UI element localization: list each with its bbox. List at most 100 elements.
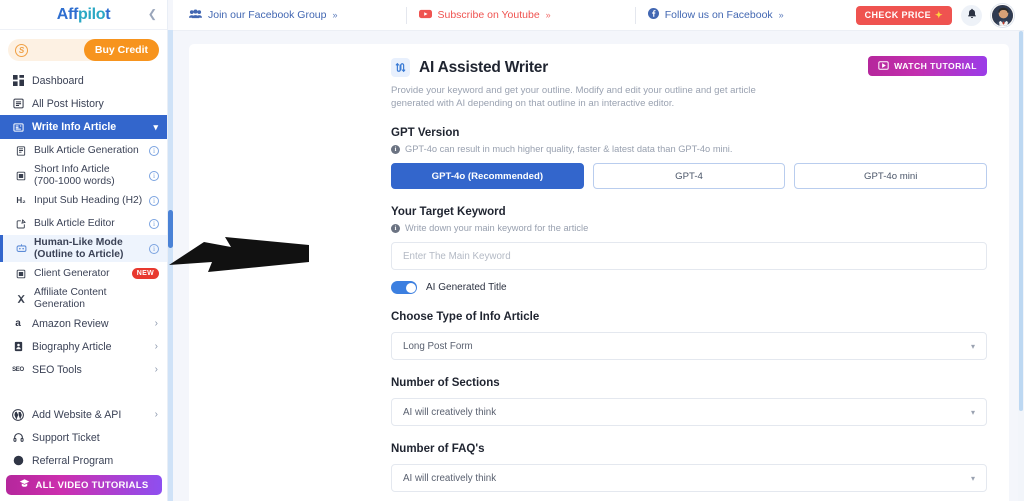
page-scrollbar-thumb[interactable] [1019, 31, 1023, 411]
target-keyword-hint: i Write down your main keyword for the a… [391, 223, 987, 233]
sidebar-subitem-human-like-mode-line1: Human-Like Mode [34, 237, 123, 248]
notification-bell-button[interactable] [961, 4, 982, 26]
info-icon[interactable]: i [149, 243, 159, 254]
number-of-faqs-select[interactable]: AI will creatively think ▾ [391, 464, 987, 492]
chevron-double-right-icon: » [332, 10, 338, 20]
headset-icon [11, 431, 25, 445]
sidebar-item-seo-tools-label: SEO Tools [32, 363, 82, 376]
sidebar-subitem-input-sub-heading-label: Input Sub Heading (H2) [34, 194, 143, 206]
logo-part-3: o [95, 5, 106, 23]
sidebar-item-biography-article-label: Biography Article [32, 340, 112, 353]
writer-icon [391, 58, 410, 77]
sidebar-item-all-post-history[interactable]: All Post History [0, 92, 167, 115]
sidebar-subitem-client-generator[interactable]: Client Generator NEW [0, 262, 167, 285]
gpt-option-gpt4o-mini[interactable]: GPT-4o mini [794, 163, 988, 189]
page-scrollbar[interactable] [1018, 31, 1024, 501]
logo-part-2: pil [78, 5, 96, 23]
bell-icon [967, 8, 977, 22]
sidebar-scrollbar[interactable] [168, 30, 173, 501]
sidebar-scrollbar-thumb[interactable] [168, 210, 173, 248]
page-header: AI Assisted Writer WATCH TUTORIAL [391, 56, 987, 77]
sidebar-item-dashboard-label: Dashboard [32, 74, 84, 87]
chevron-right-icon[interactable]: › [155, 318, 158, 329]
gpt-version-hint-text: GPT-4o can result in much higher quality… [405, 144, 733, 154]
h2-icon: H₂ [16, 196, 26, 205]
target-keyword-label: Your Target Keyword [391, 206, 506, 218]
sidebar-subitem-affiliate-content-generation[interactable]: Affiliate Content Generation [0, 285, 167, 312]
youtube-icon [418, 9, 432, 22]
ai-generated-title-row: AI Generated Title [391, 281, 987, 294]
number-of-sections-select[interactable]: AI will creatively think ▾ [391, 398, 987, 426]
gpt-option-gpt4o[interactable]: GPT-4o (Recommended) [391, 163, 584, 189]
sidebar-item-referral-program[interactable]: Referral Program [0, 449, 167, 472]
app-root: Affpilot ❮ S Buy Credit Dashboard All Po… [0, 0, 1024, 501]
sidebar-subitem-short-info-article[interactable]: Short Info Article (700-1000 words) i [0, 162, 167, 189]
buy-credit-button[interactable]: Buy Credit [83, 39, 159, 61]
all-video-tutorials-button[interactable]: ALL VIDEO TUTORIALS [6, 475, 162, 495]
sidebar-item-amazon-review[interactable]: a Amazon Review › [0, 312, 167, 335]
amazon-icon: a [15, 318, 21, 329]
sidebar-item-support-ticket[interactable]: Support Ticket [0, 426, 167, 449]
chevron-down-icon[interactable]: ▾ [153, 122, 158, 133]
sidebar-item-add-website-api[interactable]: Add Website & API › [0, 403, 167, 426]
sidebar-item-referral-program-label: Referral Program [32, 454, 114, 467]
robot-icon [14, 242, 28, 256]
play-video-icon [878, 60, 889, 72]
sidebar-item-seo-tools[interactable]: SEO SEO Tools › [0, 358, 167, 381]
target-keyword-input[interactable] [391, 242, 987, 270]
app-logo[interactable]: Affpilot [57, 6, 111, 24]
number-of-faqs-label: Number of FAQ's [391, 443, 485, 455]
gpt-option-gpt4[interactable]: GPT-4 [592, 163, 786, 189]
biography-icon [11, 340, 25, 354]
sidebar-item-write-info-article[interactable]: Write Info Article ▾ [0, 115, 167, 139]
topbar-link-facebook-page[interactable]: Follow us on Facebook » [647, 8, 784, 22]
ai-generated-title-label: AI Generated Title [426, 282, 507, 293]
people-icon [189, 9, 202, 22]
chevron-right-icon[interactable]: › [155, 341, 158, 352]
main-content: AI Assisted Writer WATCH TUTORIAL Provid… [173, 31, 1017, 501]
watch-tutorial-button[interactable]: WATCH TUTORIAL [868, 56, 987, 76]
topbar-link-youtube[interactable]: Subscribe on Youtube » [418, 9, 551, 22]
number-of-sections-value: AI will creatively think [403, 406, 497, 418]
seo-icon: SEO [12, 366, 24, 373]
ai-generated-title-toggle[interactable] [391, 281, 417, 294]
topbar-divider-1 [405, 6, 407, 24]
sidebar-subitem-human-like-mode[interactable]: Human-Like Mode (Outline to Article) i [0, 235, 167, 262]
history-icon [11, 97, 25, 111]
logo-part-1: Aff [56, 5, 79, 23]
sidebar-subitem-bulk-article-generation[interactable]: Bulk Article Generation i [0, 139, 167, 162]
sidebar-item-all-post-history-label: All Post History [32, 97, 104, 110]
chevron-right-icon[interactable]: › [155, 409, 158, 420]
check-price-button[interactable]: CHECK PRICE ✦ [855, 5, 952, 25]
sidebar-item-dashboard[interactable]: Dashboard [0, 69, 167, 92]
chevron-right-icon[interactable]: › [155, 364, 158, 375]
avatar[interactable] [991, 3, 1014, 27]
article-icon [11, 120, 25, 134]
chevron-double-right-icon: » [778, 10, 784, 20]
info-article-type-select[interactable]: Long Post Form ▾ [391, 332, 987, 360]
sidebar-subitem-short-info-article-label: Short Info Article (700-1000 words) [34, 164, 143, 187]
referral-icon [11, 454, 25, 468]
sidebar-subitem-human-like-mode-line2: (Outline to Article) [34, 248, 124, 260]
info-icon[interactable]: i [149, 218, 159, 229]
chevron-down-icon: ▾ [970, 341, 975, 351]
info-icon[interactable]: i [149, 145, 159, 156]
logo-part-4: t [105, 5, 111, 23]
info-article-type-value: Long Post Form [403, 340, 473, 352]
info-icon: i [391, 223, 400, 233]
sidebar-subitem-human-like-mode-label: Human-Like Mode (Outline to Article) [34, 237, 143, 260]
sidebar-collapse-icon[interactable]: ❮ [148, 9, 157, 20]
target-keyword-hint-text: Write down your main keyword for the art… [405, 223, 589, 233]
sidebar-subitem-bulk-article-editor[interactable]: Bulk Article Editor i [0, 212, 167, 235]
sidebar-item-biography-article[interactable]: Biography Article › [0, 335, 167, 358]
sidebar-logo-row: Affpilot ❮ [0, 0, 167, 30]
number-of-faqs-value: AI will creatively think [403, 472, 497, 484]
info-icon[interactable]: i [149, 170, 159, 181]
topbar-link-facebook-group[interactable]: Join our Facebook Group » [189, 9, 338, 22]
flame-icon: ✦ [935, 9, 943, 20]
sidebar-item-write-info-article-label: Write Info Article [32, 121, 117, 133]
sidebar-subitem-input-sub-heading[interactable]: H₂ Input Sub Heading (H2) i [0, 189, 167, 212]
page-description: Provide your keyword and get your outlin… [391, 85, 756, 109]
sidebar-subitem-short-info-article-line1: Short Info Article [34, 164, 110, 175]
info-icon[interactable]: i [149, 195, 159, 206]
